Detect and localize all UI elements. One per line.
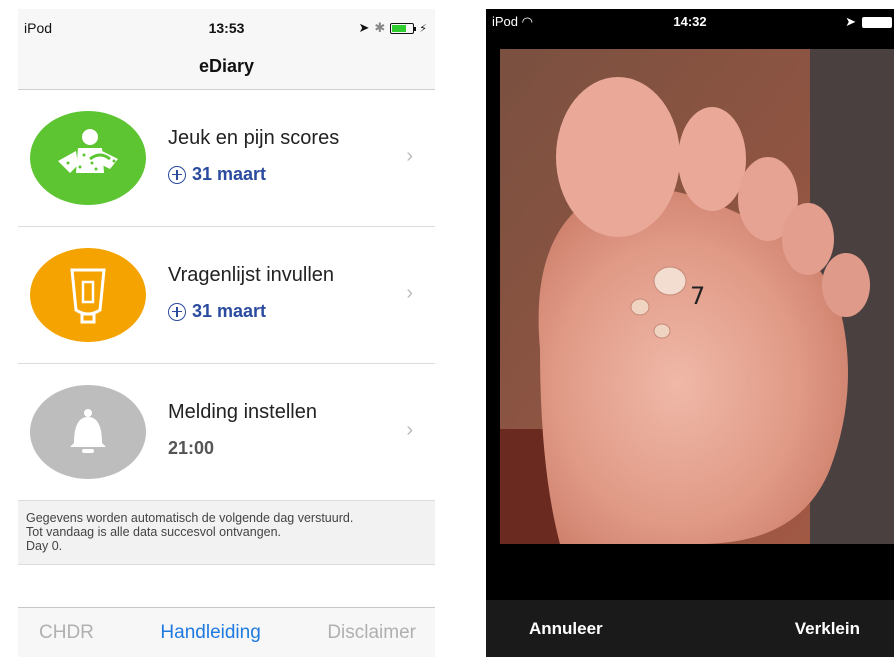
add-circle-icon: [168, 165, 186, 184]
row-date: 31 maart: [168, 164, 339, 185]
row-time: 21:00: [168, 438, 215, 458]
ediary-screen: iPod 13:53 ➤ ✱ ⚡ eDiary Jeuk en pijn sco…: [18, 9, 435, 657]
row-label: Jeuk en pijn scores: [168, 127, 340, 149]
status-bar: iPod 13:53 ➤ ✱ ⚡: [18, 9, 435, 46]
cream-tube-icon: [30, 248, 146, 342]
status-icons: ➤: [845, 14, 892, 30]
row-date: 31 maart: [168, 301, 334, 322]
itch-person-icon: [30, 111, 146, 205]
row-itch-pain-scores[interactable]: Jeuk en pijn scores 31 maart ›: [18, 90, 435, 227]
status-time: 14:32: [673, 14, 707, 29]
charging-icon: ⚡: [419, 22, 427, 35]
chevron-right-icon: ›: [406, 419, 413, 441]
nav-bar: eDiary: [18, 46, 435, 90]
row-notification-settings[interactable]: Melding instellen 21:00 ›: [18, 364, 435, 501]
cancel-button[interactable]: Annuleer: [529, 619, 603, 639]
row-questionnaire[interactable]: Vragenlijst invullen 31 maart ›: [18, 227, 435, 364]
page-title: eDiary: [198, 56, 255, 76]
battery-icon: [390, 22, 417, 34]
status-bar: iPod ◠ 14:32 ➤: [486, 9, 894, 37]
status-icons: ➤ ✱ ⚡: [358, 20, 427, 36]
bell-icon: [30, 385, 146, 479]
tab-chdr[interactable]: CHDR: [39, 622, 94, 644]
location-arrow-icon: ➤: [845, 14, 856, 29]
tab-handleiding[interactable]: Handleiding: [160, 622, 260, 644]
row-label: Vragenlijst invullen: [168, 264, 335, 286]
tab-bar: CHDR Handleiding Disclaimer: [18, 607, 435, 657]
foot-photo: 7: [500, 49, 894, 544]
photo-annotation: 7: [690, 282, 705, 310]
photo-preview-screen: iPod ◠ 14:32 ➤ 7 Annuleer Verklein: [486, 9, 894, 657]
battery-icon: [862, 16, 892, 28]
bottom-toolbar: Annuleer Verklein: [486, 600, 894, 657]
row-label: Melding instellen: [168, 401, 317, 423]
sync-info: Gegevens worden automatisch de volgende …: [18, 501, 435, 565]
bluetooth-icon: ✱: [374, 20, 386, 35]
tab-disclaimer[interactable]: Disclaimer: [327, 622, 416, 644]
zoom-out-button[interactable]: Verklein: [795, 619, 860, 639]
chevron-right-icon: ›: [406, 145, 413, 167]
chevron-right-icon: ›: [406, 282, 413, 304]
add-circle-icon: [168, 302, 186, 321]
location-arrow-icon: ➤: [358, 20, 370, 35]
